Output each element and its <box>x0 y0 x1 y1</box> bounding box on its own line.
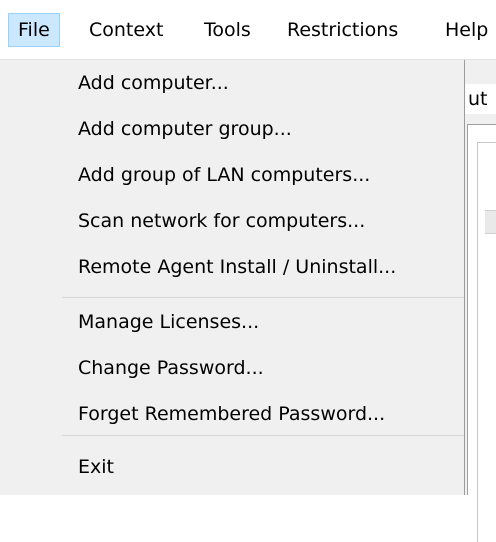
menu-tools[interactable]: Tools <box>195 13 260 47</box>
menu-item-remote-agent[interactable]: Remote Agent Install / Uninstall... <box>2 244 461 290</box>
menu-restrictions[interactable]: Restrictions <box>278 13 407 47</box>
menu-item-scan-network[interactable]: Scan network for computers... <box>2 198 461 244</box>
menu-separator <box>62 297 464 298</box>
background-tabstrip: ut <box>465 60 496 122</box>
file-menu-dropdown: Add computer... Add computer group... Ad… <box>0 60 465 495</box>
menu-item-manage-licenses[interactable]: Manage Licenses... <box>2 299 461 345</box>
background-header-strip <box>485 210 496 234</box>
menu-help[interactable]: Help <box>436 13 496 47</box>
background-window: ut <box>465 60 496 542</box>
menu-file[interactable]: File <box>8 13 60 47</box>
menu-item-add-computer-group[interactable]: Add computer group... <box>2 106 461 152</box>
menu-item-change-password[interactable]: Change Password... <box>2 345 461 391</box>
menu-item-exit[interactable]: Exit <box>2 444 461 490</box>
menu-context[interactable]: Context <box>80 13 172 47</box>
background-tab[interactable]: ut <box>465 84 496 114</box>
menu-item-add-computer[interactable]: Add computer... <box>2 60 461 106</box>
menu-item-add-lan-group[interactable]: Add group of LAN computers... <box>2 152 461 198</box>
background-inner-box <box>477 142 496 542</box>
menu-item-forget-password[interactable]: Forget Remembered Password... <box>2 391 461 437</box>
menu-bar: File Context Tools Restrictions Help <box>0 0 496 60</box>
menu-separator <box>62 435 464 436</box>
